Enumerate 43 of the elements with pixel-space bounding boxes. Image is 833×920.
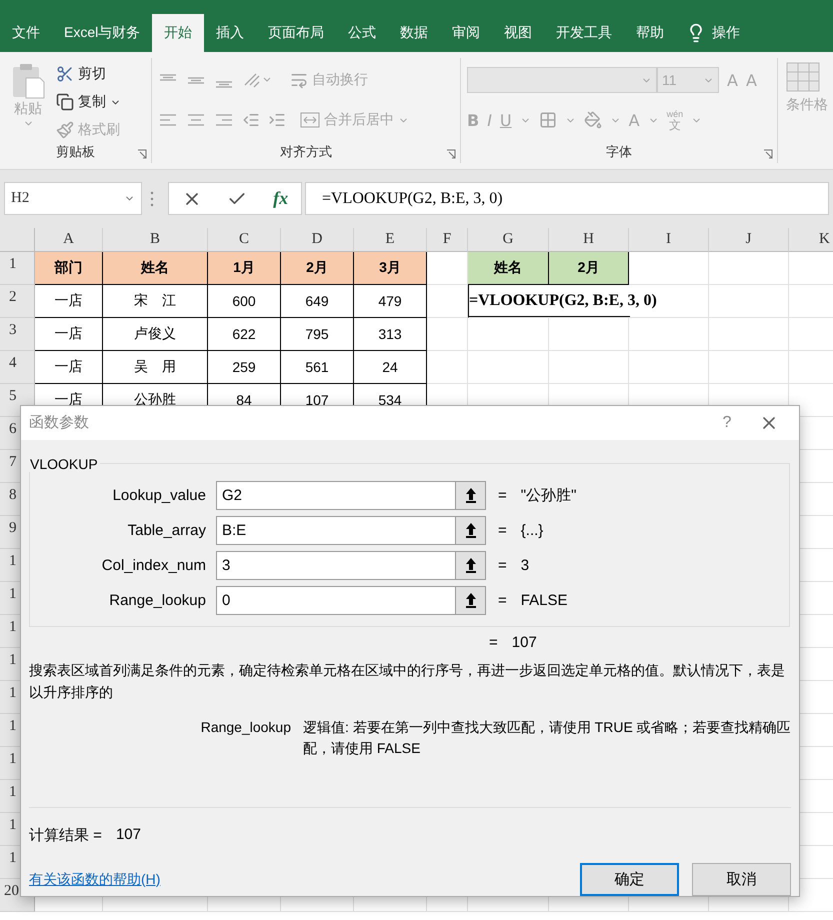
argument-label: Col_index_num [100,556,206,574]
argument-help-text: 逻辑值: 若要在第一列中查找大致匹配，请使用 TRUE 或省略；若要查找精确匹配，请使用 FALSE [303,718,791,758]
table-cell: 2月 [281,252,354,285]
argument-label: Table_array [126,522,206,539]
table-cell: 1月 [208,252,281,285]
table-cell: 313 [354,318,427,351]
table-cell: 600 [208,285,281,318]
table-cell: 622 [208,318,281,351]
argument-result: FALSE [520,592,568,609]
table-cell: 259 [208,351,281,384]
table-cell: 一店 [35,318,103,351]
table-cell: 宋 江 [103,285,208,318]
table-cell: 吴 用 [103,351,208,384]
group-title: 字体 [605,143,633,161]
table-cell: 部门 [35,252,103,285]
table-cell: 561 [281,351,354,384]
table-cell: 姓名 [103,252,208,285]
table-cell: 卢俊义 [103,318,208,351]
table-cell: 一店 [35,351,103,384]
equals-sign: = [498,556,507,574]
formula-cell: =VLOOKUP(G2, B:E, 3, 0) [468,285,709,318]
formula-result: 107 [512,634,537,652]
argument-label: Range_lookup [108,592,206,609]
result-value: 107 [116,826,141,846]
equals-sign: = [498,592,507,609]
group-title: 对齐方式 [279,143,333,161]
table-cell: 姓名 [468,252,549,285]
argument-result: "公孙胜" [520,486,576,505]
table-cell: 2月 [549,252,629,285]
argument-label: Lookup_value [112,486,206,504]
equals-sign: = [498,522,507,539]
table-cell: 795 [281,318,354,351]
table-cell: 一店 [35,285,103,318]
equals-sign: = [498,486,507,504]
table-cell: 479 [354,285,427,318]
argument-result: 3 [520,556,530,574]
table-cell: 24 [354,351,427,384]
group-title: 剪贴板 [55,143,96,161]
equals-sign: = [489,634,498,652]
argument-help-name: Range_lookup [200,718,291,738]
table-cell: 649 [281,285,354,318]
table-cell: 3月 [354,252,427,285]
argument-result: {...} [520,522,544,539]
